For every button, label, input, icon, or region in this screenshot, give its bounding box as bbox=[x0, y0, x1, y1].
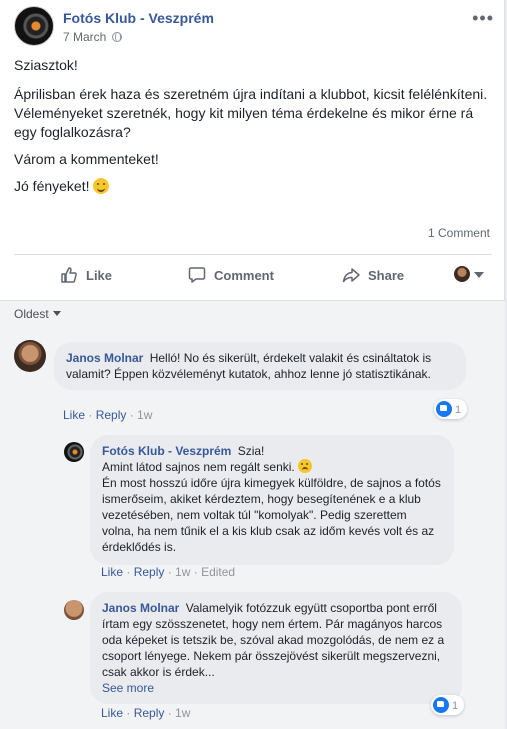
see-more-link[interactable]: See more bbox=[102, 680, 450, 696]
comment-meta: Like · Reply · 1w bbox=[63, 408, 153, 422]
post-date-text[interactable]: 7 March bbox=[63, 30, 106, 44]
reaction-count[interactable]: 1 bbox=[434, 399, 468, 419]
reply-like-link[interactable]: Like bbox=[101, 565, 123, 579]
reply-reply-link[interactable]: Reply bbox=[134, 706, 165, 720]
comment-button[interactable]: Comment bbox=[188, 266, 274, 284]
post-card: Fotós Klub - Veszprém 7 March ••• Sziasz… bbox=[0, 0, 505, 729]
reply-bubble: Janos Molnar Valamelyik fotózzuk együtt … bbox=[90, 592, 462, 704]
post-line-2: Véleményeket szeretnék, hogy kit milyen … bbox=[14, 105, 474, 140]
reply-avatar[interactable] bbox=[64, 600, 84, 620]
post-line-4-text: Jó fényeket! bbox=[14, 178, 90, 194]
post-line-1: Áprilisban érek haza és szeretném újra i… bbox=[14, 86, 488, 102]
post-body: Sziasztok! Áprilisban érek haza és szere… bbox=[14, 56, 494, 204]
comment-age[interactable]: 1w bbox=[137, 408, 152, 422]
post-timestamp[interactable]: 7 March bbox=[63, 30, 123, 44]
reply-author[interactable]: Janos Molnar bbox=[102, 601, 179, 615]
reply-text-b: Amint látod sajnos nem regált senki. bbox=[102, 460, 295, 474]
comment-label: Comment bbox=[214, 268, 274, 283]
post-line-4: Jó fényeket! bbox=[14, 177, 494, 196]
sort-label: Oldest bbox=[14, 307, 49, 321]
reply-meta: Like · Reply · 1w · Edited bbox=[101, 565, 236, 579]
reply-age[interactable]: 1w bbox=[175, 706, 190, 720]
comment-icon bbox=[188, 267, 206, 283]
comment-bubble: Janos Molnar Helló! No és sikerült, érde… bbox=[54, 342, 466, 390]
reply-bubble: Fotós Klub - Veszprém Szia! Amint látod … bbox=[90, 435, 454, 565]
page-avatar[interactable] bbox=[14, 6, 54, 46]
reply-like-link[interactable]: Like bbox=[101, 706, 123, 720]
comment-like-link[interactable]: Like bbox=[63, 408, 85, 422]
share-button[interactable]: Share bbox=[342, 266, 404, 284]
comment-count-link[interactable]: 1 Comment bbox=[428, 226, 490, 240]
thumbs-up-icon bbox=[61, 267, 77, 283]
post-actions: Like Comment Share bbox=[14, 258, 492, 292]
sad-emoji-icon bbox=[298, 459, 313, 473]
reply-reply-link[interactable]: Reply bbox=[134, 565, 165, 579]
reaction-count[interactable]: 1 bbox=[431, 695, 465, 715]
post-header: Fotós Klub - Veszprém 7 March ••• bbox=[14, 6, 494, 48]
like-label: Like bbox=[86, 268, 113, 283]
reply-avatar[interactable] bbox=[64, 442, 84, 462]
comment-reply-link[interactable]: Reply bbox=[96, 408, 127, 422]
reply-age[interactable]: 1w bbox=[175, 565, 190, 579]
reply-text-a: Szia! bbox=[237, 444, 265, 458]
smiling-emoji-icon bbox=[92, 178, 109, 194]
like-button[interactable]: Like bbox=[60, 266, 112, 284]
post-greeting: Sziasztok! bbox=[14, 57, 78, 73]
reaction-number: 1 bbox=[455, 404, 462, 416]
caret-down-icon bbox=[52, 311, 61, 316]
commenter-avatar[interactable] bbox=[14, 340, 46, 372]
comment-author[interactable]: Janos Molnar bbox=[66, 351, 143, 365]
post-line-3: Várom a kommenteket! bbox=[14, 151, 159, 167]
chevron-down-icon[interactable] bbox=[474, 272, 484, 278]
like-reaction-icon bbox=[436, 401, 452, 417]
more-options-icon[interactable]: ••• bbox=[472, 8, 494, 29]
share-label: Share bbox=[368, 268, 405, 283]
share-as-avatar[interactable] bbox=[454, 266, 470, 282]
reaction-number: 1 bbox=[452, 700, 459, 712]
reply-text-c: Én most hosszú időre újra kimegyek külfö… bbox=[102, 476, 441, 554]
reply-meta: Like · Reply · 1w bbox=[101, 706, 191, 720]
share-icon bbox=[342, 268, 360, 283]
divider bbox=[14, 254, 492, 255]
edited-label[interactable]: Edited bbox=[201, 565, 235, 579]
page-name-link[interactable]: Fotós Klub - Veszprém bbox=[63, 10, 214, 26]
sort-comments-dropdown[interactable]: Oldest bbox=[14, 307, 61, 321]
reply-author[interactable]: Fotós Klub - Veszprém bbox=[102, 444, 231, 458]
globe-icon bbox=[112, 32, 123, 42]
like-reaction-icon bbox=[433, 697, 449, 713]
